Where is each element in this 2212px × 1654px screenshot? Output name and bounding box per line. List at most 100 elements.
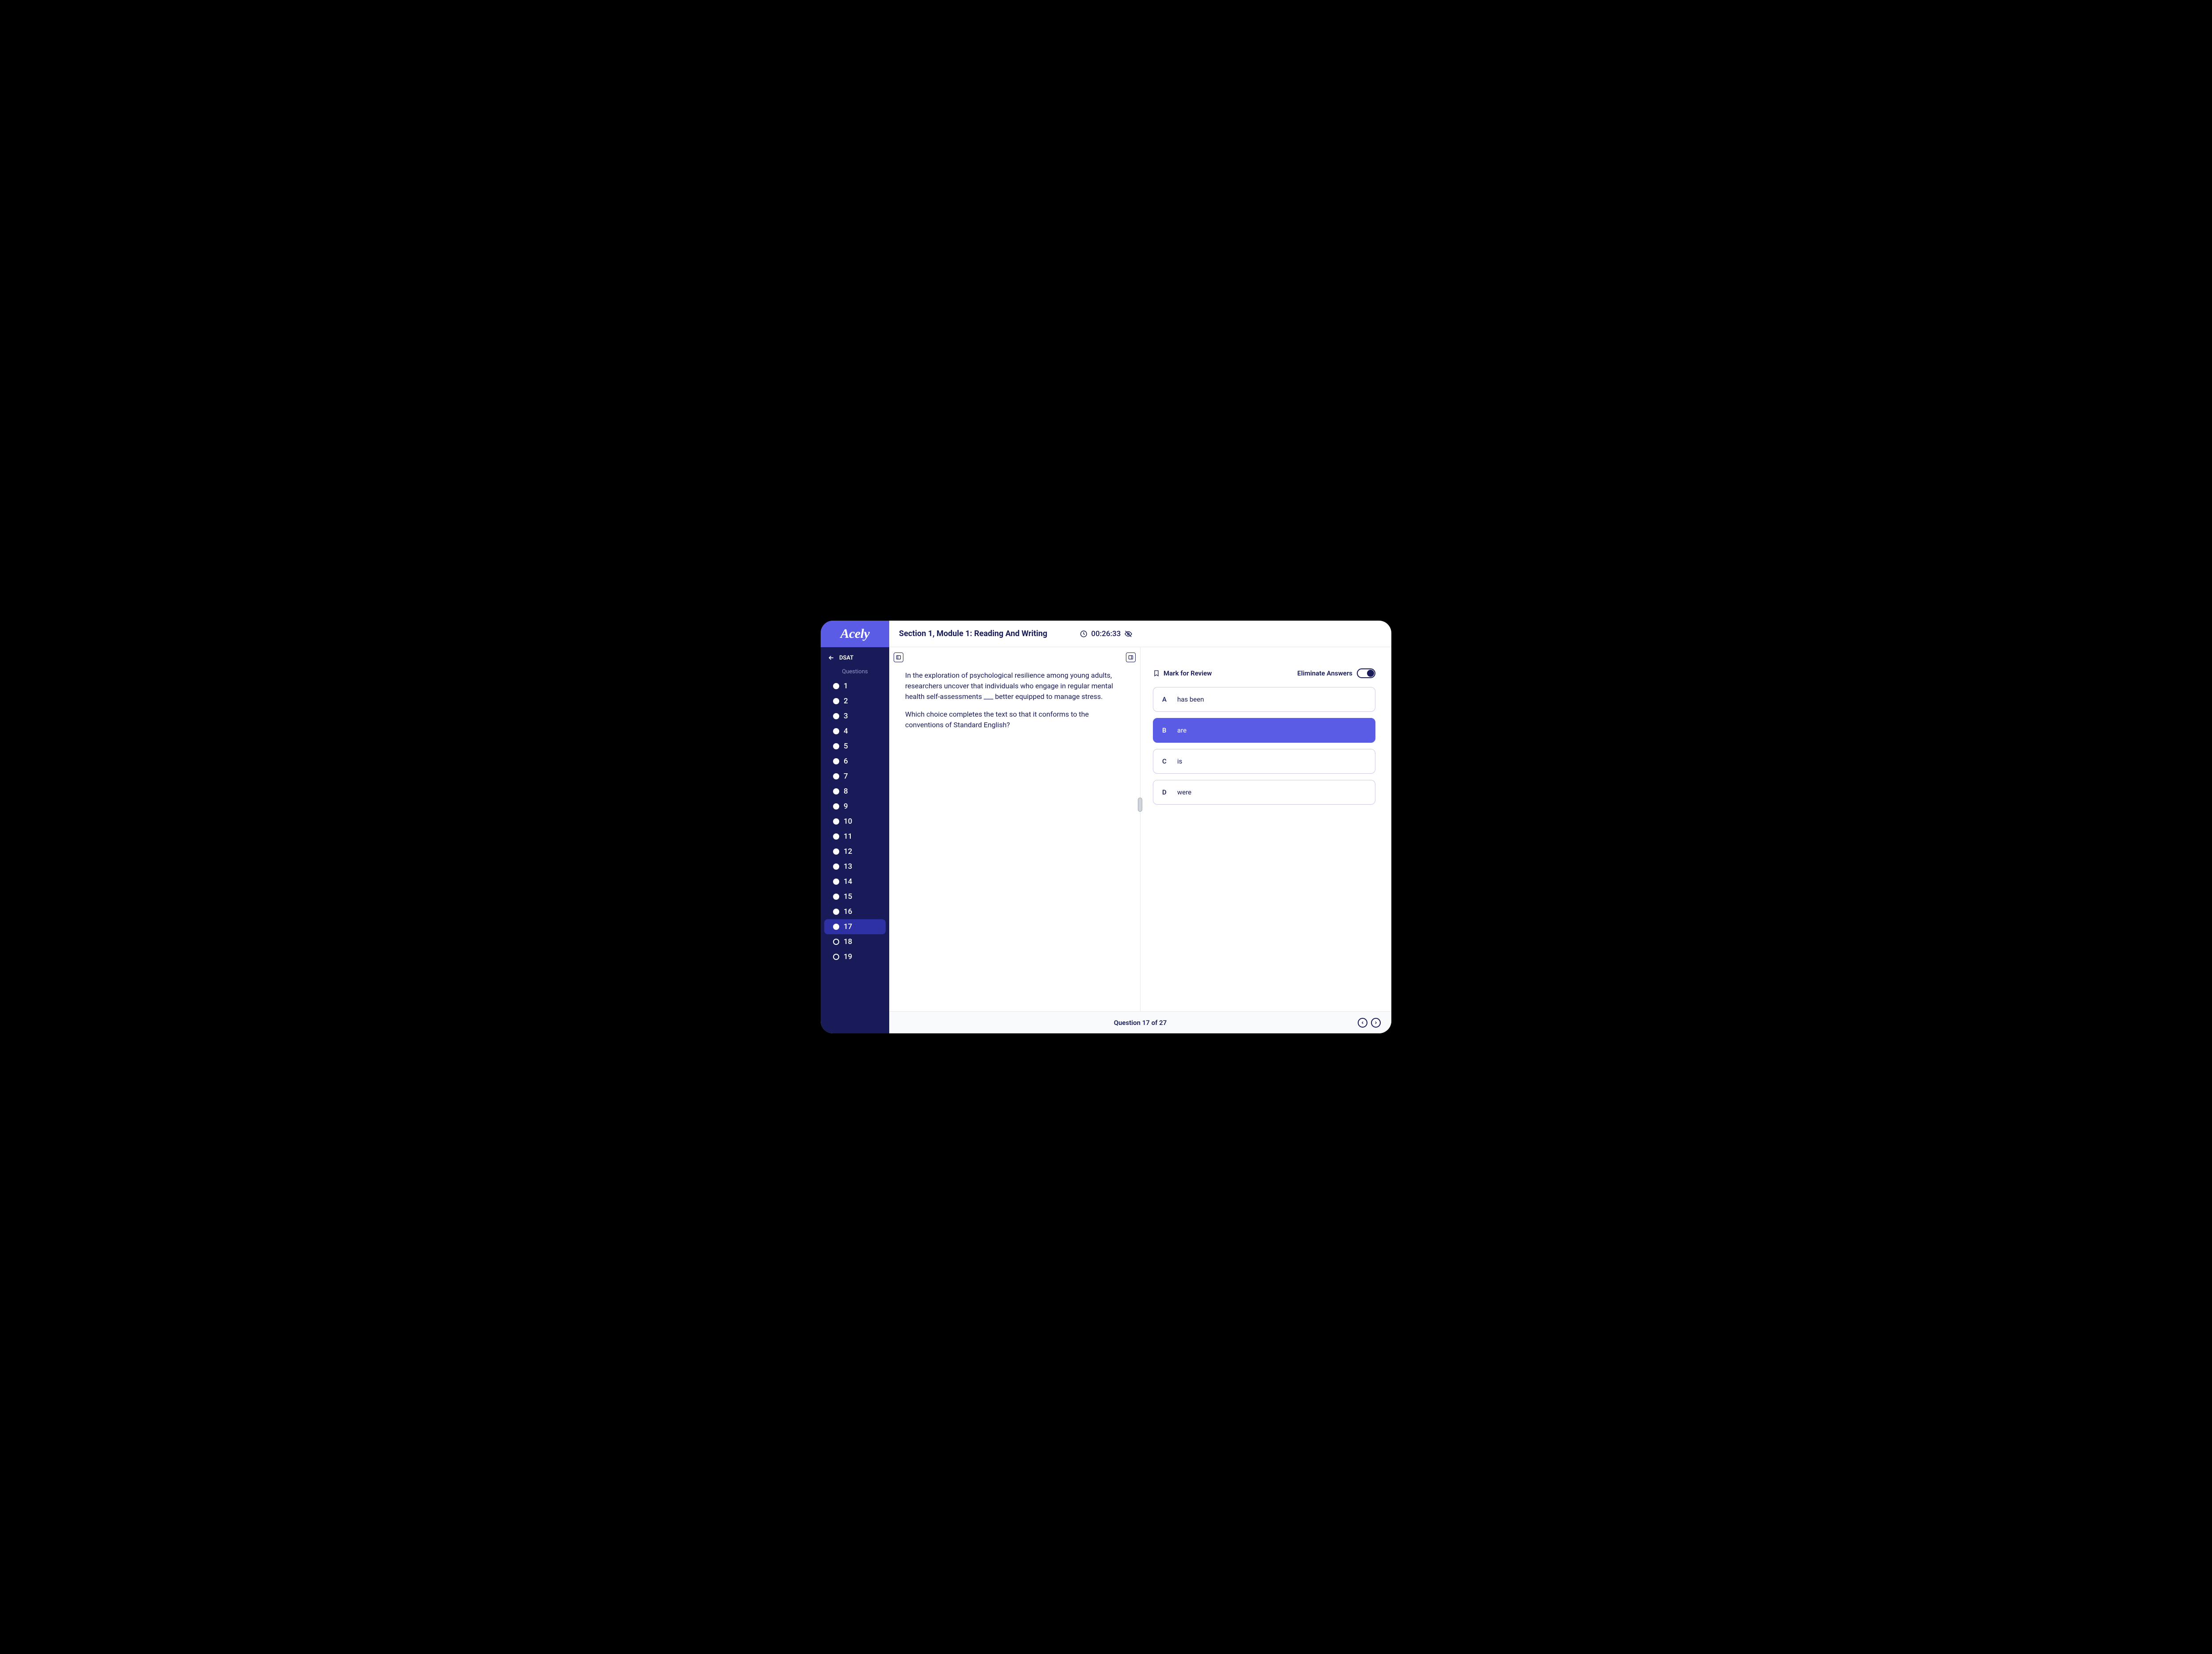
mark-for-review-button[interactable]: Mark for Review bbox=[1153, 669, 1212, 677]
question-number-label: 16 bbox=[844, 907, 852, 916]
question-number-label: 18 bbox=[844, 937, 852, 946]
question-number-label: 10 bbox=[844, 817, 852, 826]
status-dot-icon bbox=[833, 848, 839, 855]
question-nav-item[interactable]: 17 bbox=[824, 919, 886, 934]
choice-letter: A bbox=[1162, 695, 1167, 703]
question-nav-item[interactable]: 14 bbox=[824, 874, 886, 889]
footer-bar: Question 17 of 27 bbox=[889, 1011, 1391, 1033]
status-dot-icon bbox=[833, 788, 839, 794]
question-nav-item[interactable]: 2 bbox=[824, 694, 886, 709]
answer-choice[interactable]: Cis bbox=[1153, 749, 1375, 774]
review-row: Mark for Review Eliminate Answers bbox=[1153, 668, 1375, 678]
question-nav-item[interactable]: 7 bbox=[824, 769, 886, 784]
panel-right-icon bbox=[1128, 655, 1133, 660]
choice-letter: D bbox=[1162, 788, 1167, 796]
answer-choice[interactable]: Dwere bbox=[1153, 780, 1375, 805]
question-number-label: 3 bbox=[844, 712, 848, 721]
logo-bar: Acely bbox=[821, 621, 889, 647]
question-number-label: 9 bbox=[844, 802, 848, 811]
status-dot-icon bbox=[833, 924, 839, 930]
question-number-label: 19 bbox=[844, 952, 852, 961]
passage-text: In the exploration of psychological resi… bbox=[905, 670, 1128, 730]
choice-text: were bbox=[1177, 788, 1191, 796]
question-number-label: 7 bbox=[844, 772, 848, 781]
answer-pane: Mark for Review Eliminate Answers Ahas b… bbox=[1141, 647, 1391, 1011]
choice-text: are bbox=[1177, 726, 1187, 734]
passage-pane: In the exploration of psychological resi… bbox=[889, 647, 1140, 1011]
passage-paragraph-1: In the exploration of psychological resi… bbox=[905, 670, 1128, 702]
mark-review-label: Mark for Review bbox=[1164, 669, 1212, 677]
question-list[interactable]: 12345678910111213141516171819 bbox=[821, 679, 889, 1033]
brand-logo: Acely bbox=[841, 626, 870, 641]
question-nav-item[interactable]: 12 bbox=[824, 844, 886, 859]
arrow-left-icon bbox=[1360, 1021, 1365, 1025]
eye-off-icon[interactable] bbox=[1124, 630, 1132, 638]
question-nav-item[interactable]: 9 bbox=[824, 799, 886, 814]
question-number-label: 1 bbox=[844, 682, 848, 691]
arrow-right-icon bbox=[1374, 1021, 1378, 1025]
question-nav-item[interactable]: 6 bbox=[824, 754, 886, 769]
main-area: Section 1, Module 1: Reading And Writing… bbox=[889, 621, 1391, 1033]
status-dot-icon bbox=[833, 894, 839, 900]
question-nav-item[interactable]: 19 bbox=[824, 949, 886, 964]
choice-letter: B bbox=[1162, 726, 1167, 734]
eliminate-toggle[interactable] bbox=[1357, 668, 1375, 678]
nav-arrows bbox=[1358, 1018, 1381, 1028]
question-nav-item[interactable]: 10 bbox=[824, 814, 886, 829]
timer-value: 00:26:33 bbox=[1091, 629, 1121, 638]
status-dot-icon bbox=[833, 818, 839, 825]
status-dot-icon bbox=[833, 758, 839, 764]
question-nav-item[interactable]: 5 bbox=[824, 739, 886, 754]
question-number-label: 11 bbox=[844, 832, 852, 841]
answer-choice[interactable]: Bare bbox=[1153, 718, 1375, 743]
app-frame: Acely DSAT Questions 1234567891011121314… bbox=[821, 621, 1391, 1033]
question-nav-item[interactable]: 13 bbox=[824, 859, 886, 874]
status-dot-icon bbox=[833, 863, 839, 870]
resize-handle[interactable] bbox=[1138, 798, 1142, 812]
status-dot-icon bbox=[833, 909, 839, 915]
question-nav-item[interactable]: 3 bbox=[824, 709, 886, 724]
question-nav-item[interactable]: 11 bbox=[824, 829, 886, 844]
question-number-label: 17 bbox=[844, 922, 852, 931]
eliminate-label: Eliminate Answers bbox=[1297, 669, 1352, 677]
back-button[interactable]: DSAT bbox=[821, 647, 889, 665]
answer-choices: Ahas been Bare Cis Dwere bbox=[1153, 687, 1375, 805]
choice-text: is bbox=[1177, 757, 1182, 765]
bookmark-icon bbox=[1153, 669, 1160, 677]
question-nav-item[interactable]: 18 bbox=[824, 934, 886, 949]
content-split: In the exploration of psychological resi… bbox=[889, 647, 1391, 1011]
question-progress: Question 17 of 27 bbox=[1114, 1019, 1167, 1027]
pane-divider bbox=[1140, 647, 1141, 1011]
question-nav-item[interactable]: 8 bbox=[824, 784, 886, 799]
question-nav-item[interactable]: 1 bbox=[824, 679, 886, 694]
prev-question-button[interactable] bbox=[1358, 1018, 1367, 1028]
status-dot-icon bbox=[833, 879, 839, 885]
status-dot-icon bbox=[833, 698, 839, 704]
status-dot-icon bbox=[833, 833, 839, 840]
clock-icon bbox=[1080, 630, 1088, 638]
collapse-left-button[interactable] bbox=[894, 652, 903, 662]
status-dot-icon bbox=[833, 954, 839, 960]
sidebar: Acely DSAT Questions 1234567891011121314… bbox=[821, 621, 889, 1033]
question-number-label: 5 bbox=[844, 742, 848, 751]
panel-left-icon bbox=[896, 655, 901, 660]
eliminate-answers-control: Eliminate Answers bbox=[1297, 668, 1375, 678]
passage-paragraph-2: Which choice completes the text so that … bbox=[905, 709, 1128, 730]
toggle-knob bbox=[1367, 670, 1374, 677]
timer: 00:26:33 bbox=[1080, 629, 1133, 638]
question-nav-item[interactable]: 15 bbox=[824, 889, 886, 904]
question-number-label: 2 bbox=[844, 697, 848, 706]
question-number-label: 15 bbox=[844, 892, 852, 901]
back-label: DSAT bbox=[839, 655, 853, 661]
next-question-button[interactable] bbox=[1371, 1018, 1381, 1028]
status-dot-icon bbox=[833, 939, 839, 945]
status-dot-icon bbox=[833, 803, 839, 810]
choice-text: has been bbox=[1177, 695, 1204, 703]
question-nav-item[interactable]: 16 bbox=[824, 904, 886, 919]
question-number-label: 8 bbox=[844, 787, 848, 796]
choice-letter: C bbox=[1162, 757, 1167, 765]
collapse-right-button[interactable] bbox=[1126, 652, 1136, 662]
answer-choice[interactable]: Ahas been bbox=[1153, 687, 1375, 712]
question-nav-item[interactable]: 4 bbox=[824, 724, 886, 739]
question-number-label: 13 bbox=[844, 862, 852, 871]
